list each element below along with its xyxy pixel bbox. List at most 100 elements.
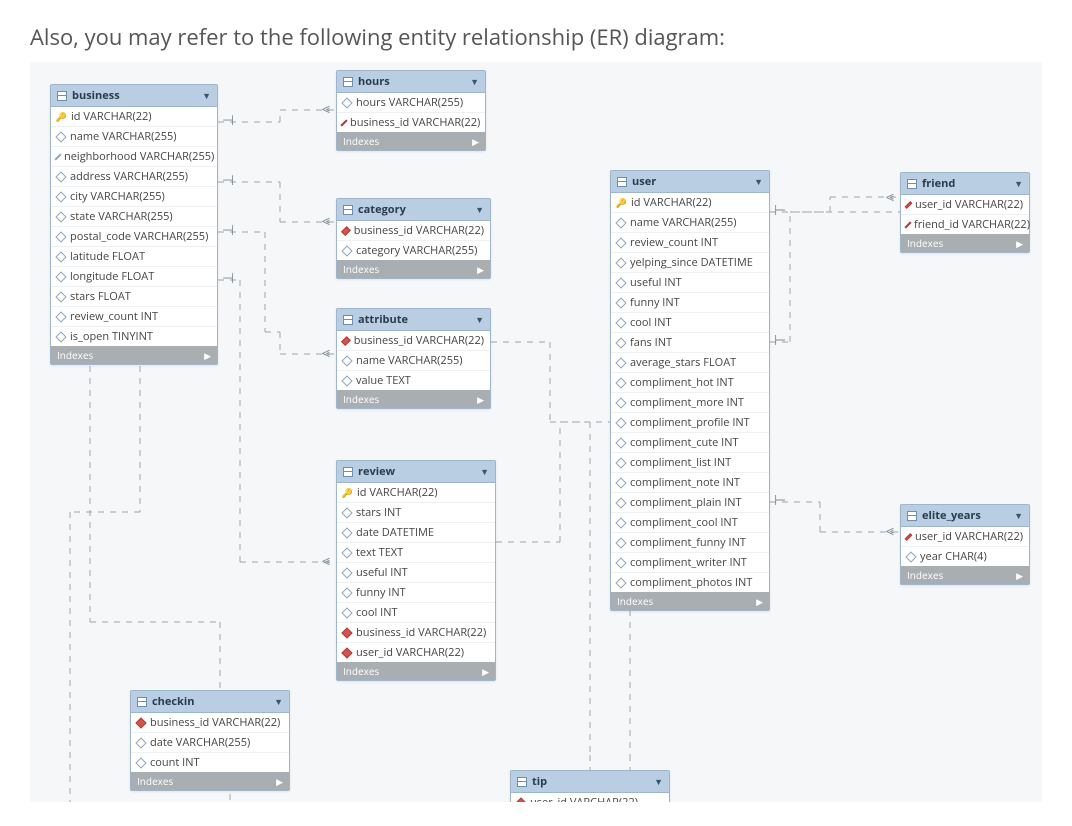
entity-business[interactable]: business▼id VARCHAR(22)name VARCHAR(255)…: [50, 84, 218, 365]
foreign-key-icon: [905, 201, 913, 209]
column-label: value TEXT: [356, 373, 411, 388]
column-label: cool INT: [630, 315, 672, 330]
entity-header[interactable]: attribute▼: [337, 309, 490, 331]
column-row: funny INT: [611, 293, 769, 313]
entity-header[interactable]: user▼: [611, 171, 769, 193]
indexes-section[interactable]: Indexes▶: [337, 662, 495, 680]
entity-hours[interactable]: hours▼hours VARCHAR(255)business_id VARC…: [336, 70, 486, 151]
column-row: compliment_list INT: [611, 453, 769, 473]
column-row: compliment_writer INT: [611, 553, 769, 573]
column-icon: [615, 317, 626, 328]
foreign-key-icon: [135, 717, 146, 728]
column-label: compliment_writer INT: [630, 555, 747, 570]
crows-foot-mark: ⪡: [322, 554, 328, 568]
chevron-down-icon: ▼: [1014, 177, 1023, 190]
entity-header[interactable]: tip▼: [511, 771, 669, 793]
column-icon: [55, 311, 66, 322]
column-icon: [341, 507, 352, 518]
column-row: compliment_hot INT: [611, 373, 769, 393]
column-icon: [341, 587, 352, 598]
table-icon: [137, 697, 147, 707]
indexes-section[interactable]: Indexes▶: [337, 132, 485, 150]
chevron-down-icon: ▼: [475, 203, 484, 216]
entity-header[interactable]: business▼: [51, 85, 217, 107]
indexes-label: Indexes: [907, 568, 943, 582]
column-icon: [615, 517, 626, 528]
column-row: id VARCHAR(22): [51, 107, 217, 127]
column-row: business_id VARCHAR(22): [337, 221, 490, 241]
indexes-section[interactable]: Indexes▶: [611, 592, 769, 610]
indexes-section[interactable]: Indexes▶: [51, 346, 217, 364]
column-icon: [615, 297, 626, 308]
column-label: compliment_list INT: [630, 455, 731, 470]
column-icon: [615, 277, 626, 288]
entity-header[interactable]: review▼: [337, 461, 495, 483]
column-row: compliment_note INT: [611, 473, 769, 493]
foreign-key-icon: [340, 119, 347, 126]
entity-header[interactable]: category▼: [337, 199, 490, 221]
column-row: compliment_cool INT: [611, 513, 769, 533]
table-icon: [343, 315, 353, 325]
entity-checkin[interactable]: checkin▼business_id VARCHAR(22)date VARC…: [130, 690, 290, 791]
column-row: compliment_plain INT: [611, 493, 769, 513]
expand-arrow-icon: ▶: [477, 263, 484, 276]
chevron-down-icon: ▼: [654, 775, 663, 788]
column-row: user_id VARCHAR(22): [901, 195, 1029, 215]
column-row: user_id VARCHAR(22): [511, 793, 669, 802]
entity-review[interactable]: review▼id VARCHAR(22)stars INTdate DATET…: [336, 460, 496, 681]
column-label: cool INT: [356, 605, 398, 620]
entity-header[interactable]: hours▼: [337, 71, 485, 93]
cardinality-mark: ⊣: [222, 272, 235, 286]
column-row: business_id VARCHAR(22): [337, 113, 485, 132]
column-label: user_id VARCHAR(22): [915, 197, 1023, 212]
entity-tip[interactable]: tip▼user_id VARCHAR(22)business_id VARCH…: [510, 770, 670, 802]
columns-list: hours VARCHAR(255)business_id VARCHAR(22…: [337, 93, 485, 132]
entity-header[interactable]: elite_years▼: [901, 505, 1029, 527]
column-row: compliment_cute INT: [611, 433, 769, 453]
column-row: friend_id VARCHAR(22): [901, 215, 1029, 234]
column-label: user_id VARCHAR(22): [356, 645, 464, 660]
column-row: review_count INT: [611, 233, 769, 253]
column-label: neighborhood VARCHAR(255): [64, 149, 214, 164]
column-icon: [55, 331, 66, 342]
column-label: business_id VARCHAR(22): [356, 625, 486, 640]
column-label: business_id VARCHAR(22): [354, 333, 484, 348]
entity-attribute[interactable]: attribute▼business_id VARCHAR(22)name VA…: [336, 308, 491, 409]
column-label: compliment_note INT: [630, 475, 740, 490]
column-icon: [54, 153, 61, 160]
column-label: average_stars FLOAT: [630, 355, 736, 370]
entity-friend[interactable]: friend▼ user_id VARCHAR(22) friend_id VARC…: [900, 172, 1030, 253]
entity-header[interactable]: checkin▼: [131, 691, 289, 713]
column-icon: [55, 131, 66, 142]
column-row: id VARCHAR(22): [611, 193, 769, 213]
column-row: business_id VARCHAR(22): [337, 623, 495, 643]
indexes-section[interactable]: Indexes▶: [131, 772, 289, 790]
entity-title: checkin: [152, 694, 269, 709]
entity-category[interactable]: category▼business_id VARCHAR(22)category…: [336, 198, 491, 279]
entity-title: review: [358, 464, 475, 479]
column-row: year CHAR(4): [901, 547, 1029, 566]
indexes-section[interactable]: Indexes▶: [901, 234, 1029, 252]
column-label: compliment_cute INT: [630, 435, 739, 450]
entity-elite_years[interactable]: elite_years▼user_id VARCHAR(22)year CHAR…: [900, 504, 1030, 585]
column-row: review_count INT: [51, 307, 217, 327]
column-label: compliment_plain INT: [630, 495, 742, 510]
column-icon: [55, 291, 66, 302]
indexes-section[interactable]: Indexes▶: [337, 390, 490, 408]
entity-header[interactable]: friend▼: [901, 173, 1029, 195]
column-row: compliment_funny INT: [611, 533, 769, 553]
indexes-section[interactable]: Indexes▶: [901, 566, 1029, 584]
column-row: date VARCHAR(255): [131, 733, 289, 753]
table-icon: [343, 467, 353, 477]
column-icon: [341, 567, 352, 578]
entity-title: attribute: [358, 312, 470, 327]
column-label: useful INT: [356, 565, 408, 580]
column-row: is_open TINYINT: [51, 327, 217, 346]
column-label: business_id VARCHAR(22): [350, 115, 480, 130]
indexes-section[interactable]: Indexes▶: [337, 260, 490, 278]
column-label: year CHAR(4): [920, 549, 987, 564]
column-row: neighborhood VARCHAR(255): [51, 147, 217, 167]
column-row: text TEXT: [337, 543, 495, 563]
column-icon: [341, 607, 352, 618]
entity-user[interactable]: user▼id VARCHAR(22)name VARCHAR(255)revi…: [610, 170, 770, 611]
